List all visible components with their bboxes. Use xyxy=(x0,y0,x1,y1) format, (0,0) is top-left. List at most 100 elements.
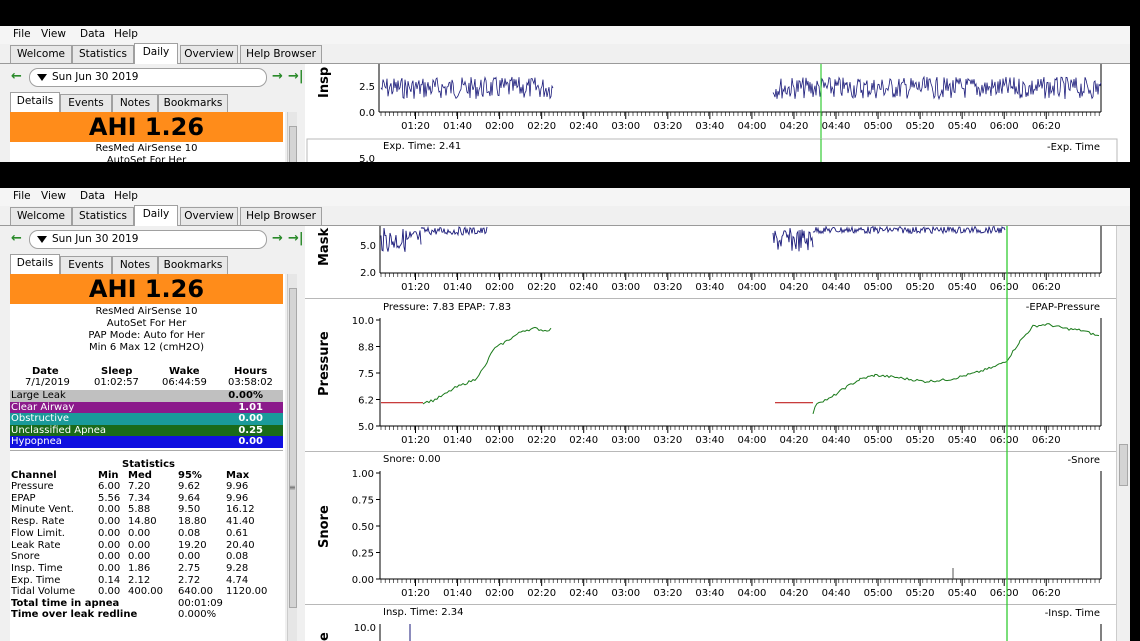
menu-help[interactable]: Help xyxy=(114,190,138,202)
prev-day-icon[interactable]: ← xyxy=(11,69,22,84)
tab-daily[interactable]: Daily xyxy=(134,43,178,64)
stat-cell: 0.08 xyxy=(178,527,201,539)
tab-details[interactable]: Details xyxy=(10,254,60,274)
snore-ylabel: Snore xyxy=(317,505,332,548)
tab-notes[interactable]: Notes xyxy=(112,94,158,112)
left-panel: ← Sun Jun 30 2019 → →| Details Events No… xyxy=(0,64,304,162)
event-name: Unclassified Apnea xyxy=(11,424,107,436)
stat-cell: 2.75 xyxy=(178,562,201,574)
x-tick-label: 04:20 xyxy=(780,435,809,446)
tab-daily[interactable]: Daily xyxy=(134,205,178,226)
graph-scrollbar[interactable] xyxy=(1116,226,1130,641)
x-tick-label: 01:20 xyxy=(401,435,430,446)
event-row[interactable]: Hypopnea 0.00 xyxy=(10,436,283,448)
dropdown-icon[interactable] xyxy=(37,236,47,243)
device-range: Min 6 Max 12 (cmH2O) xyxy=(88,342,204,353)
x-tick-label: 03:20 xyxy=(653,121,682,132)
graph-scroll-thumb[interactable] xyxy=(1119,444,1128,486)
last-day-icon[interactable]: →| xyxy=(288,69,304,84)
menu-data[interactable]: Data xyxy=(80,28,105,40)
x-tick-label: 04:00 xyxy=(737,588,766,599)
menu-file[interactable]: File xyxy=(13,28,31,40)
menu-view[interactable]: View xyxy=(41,190,66,202)
mask-segment xyxy=(380,227,422,252)
tab-help-browser[interactable]: Help Browser xyxy=(240,207,322,225)
x-tick-label: 02:20 xyxy=(527,282,556,293)
tab-events[interactable]: Events xyxy=(60,94,112,112)
tab-bookmarks[interactable]: Bookmarks xyxy=(158,94,228,112)
stat-cell: 0.00 xyxy=(98,516,121,528)
tab-help-browser[interactable]: Help Browser xyxy=(240,45,322,63)
stat-cell: Insp. Time xyxy=(11,562,63,574)
graph-area: Insp 2.5 0.0 01:20 01:40 02:00 02:20 02:40 03… xyxy=(305,64,1130,162)
x-tick-label: 05:00 xyxy=(864,282,893,293)
tab-events[interactable]: Events xyxy=(60,256,112,274)
tab-details[interactable]: Details xyxy=(10,92,60,112)
tab-statistics[interactable]: Statistics xyxy=(72,45,134,63)
x-tick-label: 03:20 xyxy=(653,435,682,446)
mask-segment xyxy=(420,225,488,237)
tab-bookmarks[interactable]: Bookmarks xyxy=(158,256,228,274)
x-tick-label: 01:40 xyxy=(443,435,472,446)
stat-cell: 19.20 xyxy=(178,539,207,551)
event-row[interactable]: Large Leak 0.00% xyxy=(10,390,283,402)
tab-welcome[interactable]: Welcome xyxy=(10,207,72,225)
date-picker[interactable]: Sun Jun 30 2019 xyxy=(29,230,267,249)
x-tick-label: 06:20 xyxy=(1032,121,1061,132)
x-tick-label: 05:20 xyxy=(906,121,935,132)
y-tick-label: 0.00 xyxy=(352,575,374,586)
x-tick-label: 03:40 xyxy=(695,435,724,446)
y-tick-label: 0.50 xyxy=(352,522,374,533)
menu-help[interactable]: Help xyxy=(114,28,138,40)
panel-divider xyxy=(305,451,1116,452)
event-row[interactable]: Obstructive 0.00 xyxy=(10,413,283,425)
total-label: Total time in apnea xyxy=(11,598,120,609)
x-tick-label: 02:00 xyxy=(485,435,514,446)
y-tick-label: 1.00 xyxy=(352,469,374,480)
scroll-thumb[interactable] xyxy=(289,126,297,162)
detail-tabs: Details Events Notes Bookmarks xyxy=(10,254,300,274)
tab-notes[interactable]: Notes xyxy=(112,256,158,274)
tab-overview[interactable]: Overview xyxy=(180,45,238,63)
session-table: Date Sleep Wake Hours 7/1/2019 01:02:57 … xyxy=(10,366,283,390)
x-tick-label: 01:40 xyxy=(443,121,472,132)
next-day-icon[interactable]: → xyxy=(272,69,283,84)
session-header: Wake xyxy=(169,366,200,377)
x-tick-label: 04:20 xyxy=(780,282,809,293)
snore-legend: -Snore xyxy=(1068,455,1100,466)
event-row[interactable]: Clear Airway 1.01 xyxy=(10,401,283,413)
tab-overview[interactable]: Overview xyxy=(180,207,238,225)
graphs-svg: Mask I 5.0 2.0 01:20 01:40 02:00 02:20 02:40… xyxy=(305,219,1116,641)
next-day-icon[interactable]: → xyxy=(272,231,283,246)
stat-cell: 9.62 xyxy=(178,481,201,492)
mask-ylabel: Mask I xyxy=(317,226,332,266)
menu-file[interactable]: File xyxy=(13,190,31,202)
details-scrollbar[interactable] xyxy=(287,112,297,162)
menu-view[interactable]: View xyxy=(41,28,66,40)
stat-cell: 4.74 xyxy=(226,574,249,586)
x-tick-label: 01:20 xyxy=(401,282,430,293)
device-model: AutoSet For Her xyxy=(106,155,187,162)
main-tabs: Welcome Statistics Daily Overview Help B… xyxy=(0,43,1130,64)
time-axis: 01:20 01:40 02:00 02:20 02:40 03:00 03:20 03:40… xyxy=(380,579,1100,599)
last-day-icon[interactable]: →| xyxy=(288,231,304,246)
y-tick-label: 6.2 xyxy=(358,396,374,407)
details-scrollbar[interactable]: ≡ xyxy=(287,274,297,641)
prev-day-icon[interactable]: ← xyxy=(11,231,22,246)
stat-cell: 6.00 xyxy=(98,481,121,492)
stat-cell: 0.00 xyxy=(98,586,121,598)
x-tick-label: 05:00 xyxy=(864,121,893,132)
tab-welcome[interactable]: Welcome xyxy=(10,45,72,63)
stat-cell: Minute Vent. xyxy=(11,504,74,516)
stat-header: Channel xyxy=(11,470,57,481)
x-tick-label: 03:40 xyxy=(695,588,724,599)
menu-data[interactable]: Data xyxy=(80,190,105,202)
dropdown-icon[interactable] xyxy=(37,74,47,81)
tab-statistics[interactable]: Statistics xyxy=(72,207,134,225)
snore-graph: Snore: 0.00 -Snore Snore 1.00 0.75 0.50 0.2… xyxy=(317,454,1102,599)
panel-divider xyxy=(305,298,1116,299)
event-row[interactable]: Unclassified Apnea 0.25 xyxy=(10,424,283,436)
scroll-thumb[interactable] xyxy=(289,288,297,608)
date-picker[interactable]: Sun Jun 30 2019 xyxy=(29,68,267,87)
x-tick-label: 04:20 xyxy=(780,121,809,132)
